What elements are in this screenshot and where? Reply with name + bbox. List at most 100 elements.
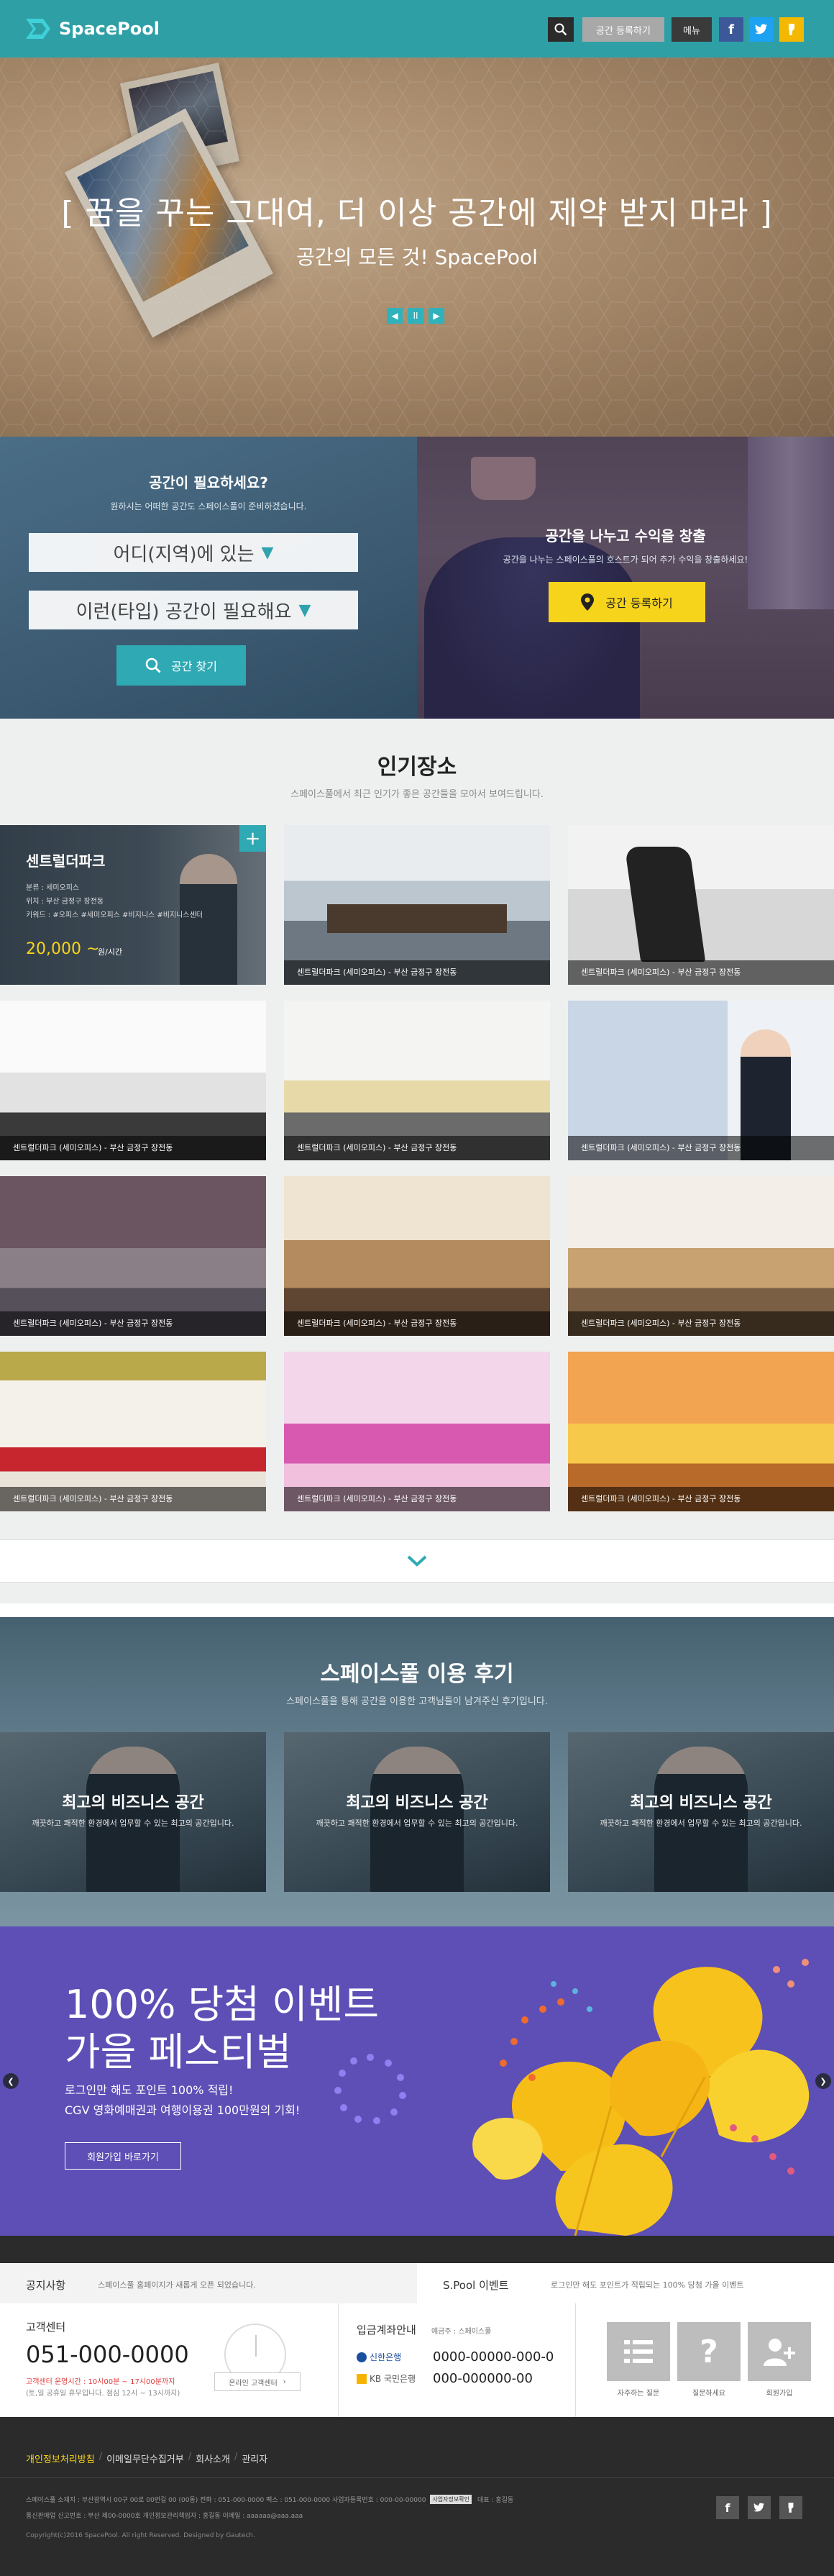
review-card[interactable]: 최고의 비즈니스 공간 깨끗하고 쾌적한 환경에서 업무할 수 있는 최고의 공… <box>0 1732 266 1892</box>
space-caption: 센트럴더파크 (세미오피스) - 부산 금정구 장전동 <box>0 1311 266 1336</box>
space-card[interactable]: 센트럴더파크 (세미오피스) - 부산 금정구 장전동 <box>0 1352 266 1511</box>
hero-pause-button[interactable]: II <box>408 308 423 324</box>
space-caption: 센트럴더파크 (세미오피스) - 부산 금정구 장전동 <box>568 1311 834 1336</box>
offer-space-panel: 공간을 나누고 수익을 창출 공간을 나누는 스페이스풀의 호스트가 되어 추가… <box>417 437 834 719</box>
space-caption: 센트럴더파크 (세미오피스) - 부산 금정구 장전동 <box>284 1311 550 1336</box>
offer-register-button[interactable]: 공간 등록하기 <box>549 582 705 622</box>
find-title: 공간이 필요하세요? <box>149 474 268 491</box>
space-card[interactable]: 센트럴더파크 (세미오피스) - 부산 금정구 장전동 <box>284 825 550 985</box>
notice-bar: 공지사항 스페이스풀 홈페이지가 새롭게 오픈 되었습니다. S.Pool 이벤… <box>0 2263 834 2303</box>
customer-label: 고객센터 <box>26 2321 66 2334</box>
hero-banner: [ 꿈을 꾸는 그대여, 더 이상 공간에 제약 받지 마라 ] 공간의 모든 … <box>0 58 834 437</box>
type-select[interactable]: 이런(타입) 공간이 필요해요 ▼ <box>29 591 358 629</box>
online-support-button[interactable]: 온라인 고객센터 › <box>214 2372 301 2391</box>
shinhan-logo-icon <box>357 2352 367 2362</box>
space-caption: 센트럴더파크 (세미오피스) - 부산 금정구 장전동 <box>568 1136 834 1160</box>
chevron-down-icon <box>407 1555 427 1567</box>
region-select-label: 어디(지역)에 있는 <box>113 543 255 565</box>
privacy-policy-link[interactable]: 개인정보처리방침 <box>26 2452 95 2465</box>
offer-register-label: 공간 등록하기 <box>605 596 673 610</box>
question-icon: ? <box>700 2333 718 2370</box>
join-label: 회원가입 <box>766 2390 793 2398</box>
space-card[interactable]: 센트럴더파크 (세미오피스) - 부산 금정구 장전동 <box>568 1001 834 1160</box>
hero-prev-button[interactable]: ◀ <box>387 308 403 324</box>
chevron-right-icon: › <box>283 2377 286 2386</box>
kakao-story-icon[interactable] <box>779 17 804 42</box>
bank-account: 0000-00000-000-0 <box>433 2349 554 2365</box>
find-space-panel: 공간이 필요하세요? 원하시는 어떠한 공간도 스페이스풀이 준비하겠습니다. … <box>0 437 417 719</box>
admin-link[interactable]: 관리자 <box>242 2452 267 2465</box>
plus-icon[interactable]: + <box>239 825 266 852</box>
event-notice-panel[interactable]: S.Pool 이벤트 로그인만 해도 포인트가 적립되는 100% 당첨 가을 … <box>417 2263 834 2303</box>
reviews-subtitle: 스페이스풀을 통해 공간을 이용한 고객님들이 남겨주신 후기입니다. <box>286 1696 548 1707</box>
space-card[interactable]: 센트럴더파크 (세미오피스) - 부산 금정구 장전동 <box>284 1352 550 1511</box>
search-icon <box>554 23 567 36</box>
company-info: 스페이스풀 소재지 : 부산광역시 00구 00로 00번길 00 (00동) … <box>26 2497 426 2504</box>
ginkgo-leaves-decoration <box>472 1959 810 2236</box>
space-caption: 센트럴더파크 (세미오피스) - 부산 금정구 장전동 <box>284 1487 550 1511</box>
reviews-section: 스페이스풀 이용 후기 스페이스풀을 통해 공간을 이용한 고객님들이 남겨주신… <box>0 1617 834 1926</box>
footer-links: 개인정보처리방침 / 이메일무단수집거부 / 회사소개 / 관리자 <box>26 2452 268 2465</box>
question-label: 질문하세요 <box>692 2390 725 2398</box>
space-caption: 센트럴더파크 (세미오피스) - 부산 금정구 장전동 <box>568 1487 834 1511</box>
find-space-button[interactable]: 공간 찾기 <box>116 645 246 686</box>
space-card[interactable]: 센트럴더파크 (세미오피스) - 부산 금정구 장전동 <box>0 1176 266 1336</box>
space-caption: 센트럴더파크 (세미오피스) - 부산 금정구 장전동 <box>284 960 550 985</box>
space-card[interactable]: 센트럴더파크 (세미오피스) - 부산 금정구 장전동 <box>568 1352 834 1511</box>
featured-price: 20,000 ~ <box>26 940 100 958</box>
info-row: 고객센터 051-000-0000 고객센터 운영시간 : 10시00분 ~ 1… <box>0 2303 834 2417</box>
company-link[interactable]: 회사소개 <box>196 2452 230 2465</box>
kakao-story-icon[interactable] <box>779 2496 802 2519</box>
company-info-line: 스페이스풀 소재지 : 부산광역시 00구 00로 00번길 00 (00동) … <box>26 2495 513 2504</box>
register-space-button[interactable]: 공간 등록하기 <box>582 17 664 42</box>
space-card[interactable]: 센트럴더파크 (세미오피스) - 부산 금정구 장전동 <box>568 825 834 985</box>
menu-button[interactable]: 메뉴 <box>672 17 712 42</box>
event-next-button[interactable]: ❯ <box>815 2073 831 2089</box>
hero-next-button[interactable]: ▶ <box>429 308 444 324</box>
popular-subtitle: 스페이스풀에서 최근 인기가 좋은 공간들을 모아서 보여드립니다. <box>290 789 544 800</box>
space-card[interactable]: 센트럴더파크 (세미오피스) - 부산 금정구 장전동 <box>0 1001 266 1160</box>
email-policy-link[interactable]: 이메일무단수집거부 <box>106 2452 184 2465</box>
bank-name: 신한은행 <box>370 2352 402 2362</box>
review-text: 깨끗하고 쾌적한 환경에서 업무할 수 있는 최고의 공간입니다. <box>316 1819 518 1828</box>
search-button[interactable] <box>548 17 574 42</box>
logo[interactable]: SpacePool <box>22 13 160 45</box>
registration-info: 통신판매업 신고번호 : 부산 제00-0000호 개인정보관리책임자 : 홍길… <box>26 2513 303 2520</box>
review-card[interactable]: 최고의 비즈니스 공간 깨끗하고 쾌적한 환경에서 업무할 수 있는 최고의 공… <box>284 1732 550 1892</box>
facebook-icon[interactable]: f <box>716 2496 739 2519</box>
signup-button[interactable]: 회원가입 바로가기 <box>65 2142 181 2170</box>
featured-space-card[interactable]: + 센트럴더파크 분류 : 세미오피스 위치 : 부산 금정구 장전동 키워드 … <box>0 825 266 985</box>
question-button[interactable]: ? <box>677 2322 741 2381</box>
faq-label: 자주하는 질문 <box>617 2390 660 2398</box>
faq-button[interactable] <box>607 2322 670 2381</box>
twitter-icon[interactable] <box>749 17 774 42</box>
featured-keywords: 키워드 : #오피스 #세미오피스 #비지니스 #비지니스센터 <box>26 911 203 919</box>
space-card[interactable]: 센트럴더파크 (세미오피스) - 부산 금정구 장전동 <box>284 1176 550 1336</box>
space-card[interactable]: 센트럴더파크 (세미오피스) - 부산 금정구 장전동 <box>284 1001 550 1160</box>
facebook-icon[interactable]: f <box>719 17 743 42</box>
featured-category: 분류 : 세미오피스 <box>26 884 80 892</box>
find-desc: 원하시는 어떠한 공간도 스페이스풀이 준비하겠습니다. <box>110 501 307 511</box>
space-caption: 센트럴더파크 (세미오피스) - 부산 금정구 장전동 <box>284 1136 550 1160</box>
dot-circle-decoration <box>334 2054 406 2124</box>
event-banner: 100% 당첨 이벤트 가을 페스티벌 로그인만 해도 포인트 100% 적립!… <box>0 1926 834 2236</box>
twitter-icon[interactable] <box>748 2496 771 2519</box>
hero-subtitle: 공간의 모든 것! SpacePool <box>296 245 538 269</box>
notice-panel[interactable]: 공지사항 스페이스풀 홈페이지가 새롭게 오픈 되었습니다. <box>0 2263 417 2303</box>
region-select[interactable]: 어디(지역)에 있는 ▼ <box>29 533 358 572</box>
customer-hours: 고객센터 운영시간 : 10시00분 ~ 17시00분까지 <box>26 2378 175 2386</box>
event-prev-button[interactable]: ❮ <box>3 2073 19 2089</box>
popular-title: 인기장소 <box>377 755 457 780</box>
space-card[interactable]: 센트럴더파크 (세미오피스) - 부산 금정구 장전동 <box>568 1176 834 1336</box>
bank-row-shinhan: 신한은행 0000-00000-000-0 <box>357 2349 554 2365</box>
popular-section: 인기장소 스페이스풀에서 최근 인기가 좋은 공간들을 모아서 보여드립니다. … <box>0 719 834 1603</box>
space-caption: 센트럴더파크 (세미오피스) - 부산 금정구 장전동 <box>0 1487 266 1511</box>
ceo-info: 대표 : 홍길동 <box>477 2497 514 2504</box>
type-select-label: 이런(타입) 공간이 필요해요 <box>75 601 292 623</box>
join-button[interactable] <box>748 2322 811 2381</box>
review-card[interactable]: 최고의 비즈니스 공간 깨끗하고 쾌적한 환경에서 업무할 수 있는 최고의 공… <box>568 1732 834 1892</box>
header: SpacePool 공간 등록하기 메뉴 f <box>0 0 834 58</box>
load-more-button[interactable] <box>0 1539 834 1583</box>
add-user-icon <box>764 2339 795 2366</box>
business-info-button[interactable]: 사업자정보확인 <box>430 2495 472 2504</box>
